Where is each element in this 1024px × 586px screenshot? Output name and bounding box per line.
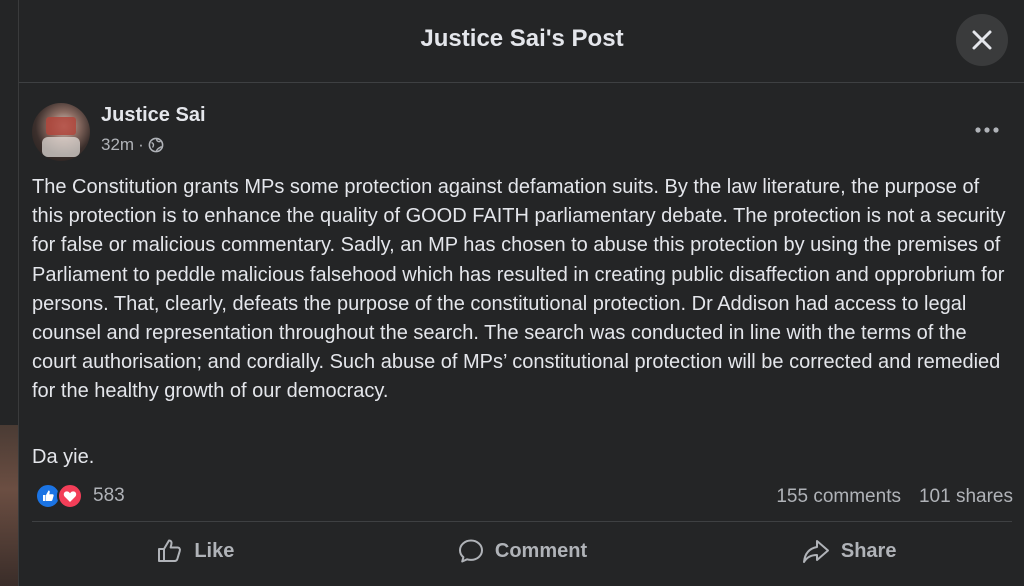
post-time[interactable]: 32m <box>101 135 134 155</box>
post-signoff: Da yie. <box>32 446 95 468</box>
author-avatar[interactable] <box>32 103 90 161</box>
avatar-detail <box>46 117 76 135</box>
avatar-detail <box>42 137 80 157</box>
love-reaction-icon <box>57 483 83 509</box>
post-actions: Like Comment Share <box>32 524 1012 578</box>
post-meta: 32m · <box>101 135 164 155</box>
comments-count[interactable]: 155 comments <box>776 486 901 508</box>
modal-header: Justice Sai's Post <box>19 0 1024 83</box>
post-modal: Justice Sai's Post Justice Sai 32m · The… <box>18 0 1024 586</box>
close-button[interactable] <box>956 14 1008 66</box>
comment-button[interactable]: Comment <box>359 524 686 578</box>
engagement-stats: 155 comments 101 shares <box>776 486 1013 508</box>
background-photo <box>0 425 18 586</box>
comment-label: Comment <box>494 539 588 562</box>
share-button[interactable]: Share <box>685 524 1012 578</box>
reaction-summary[interactable]: 583 <box>35 483 125 509</box>
modal-title: Justice Sai's Post <box>420 25 624 52</box>
actions-divider-top <box>32 521 1012 522</box>
share-icon <box>802 540 829 563</box>
close-icon <box>972 30 992 50</box>
post-body: The Constitution grants MPs some protect… <box>32 176 1006 403</box>
shares-count[interactable]: 101 shares <box>919 486 1013 508</box>
more-options-icon <box>975 127 999 133</box>
more-options-button[interactable] <box>969 112 1005 148</box>
author-name[interactable]: Justice Sai <box>101 104 206 127</box>
share-label: Share <box>840 539 897 562</box>
globe-icon <box>148 137 164 153</box>
reaction-count: 583 <box>93 485 125 506</box>
like-button[interactable]: Like <box>32 524 359 578</box>
like-icon <box>158 539 182 562</box>
comment-icon <box>458 539 483 563</box>
meta-separator: · <box>138 135 144 154</box>
background-feed <box>0 0 18 586</box>
like-label: Like <box>194 539 235 562</box>
